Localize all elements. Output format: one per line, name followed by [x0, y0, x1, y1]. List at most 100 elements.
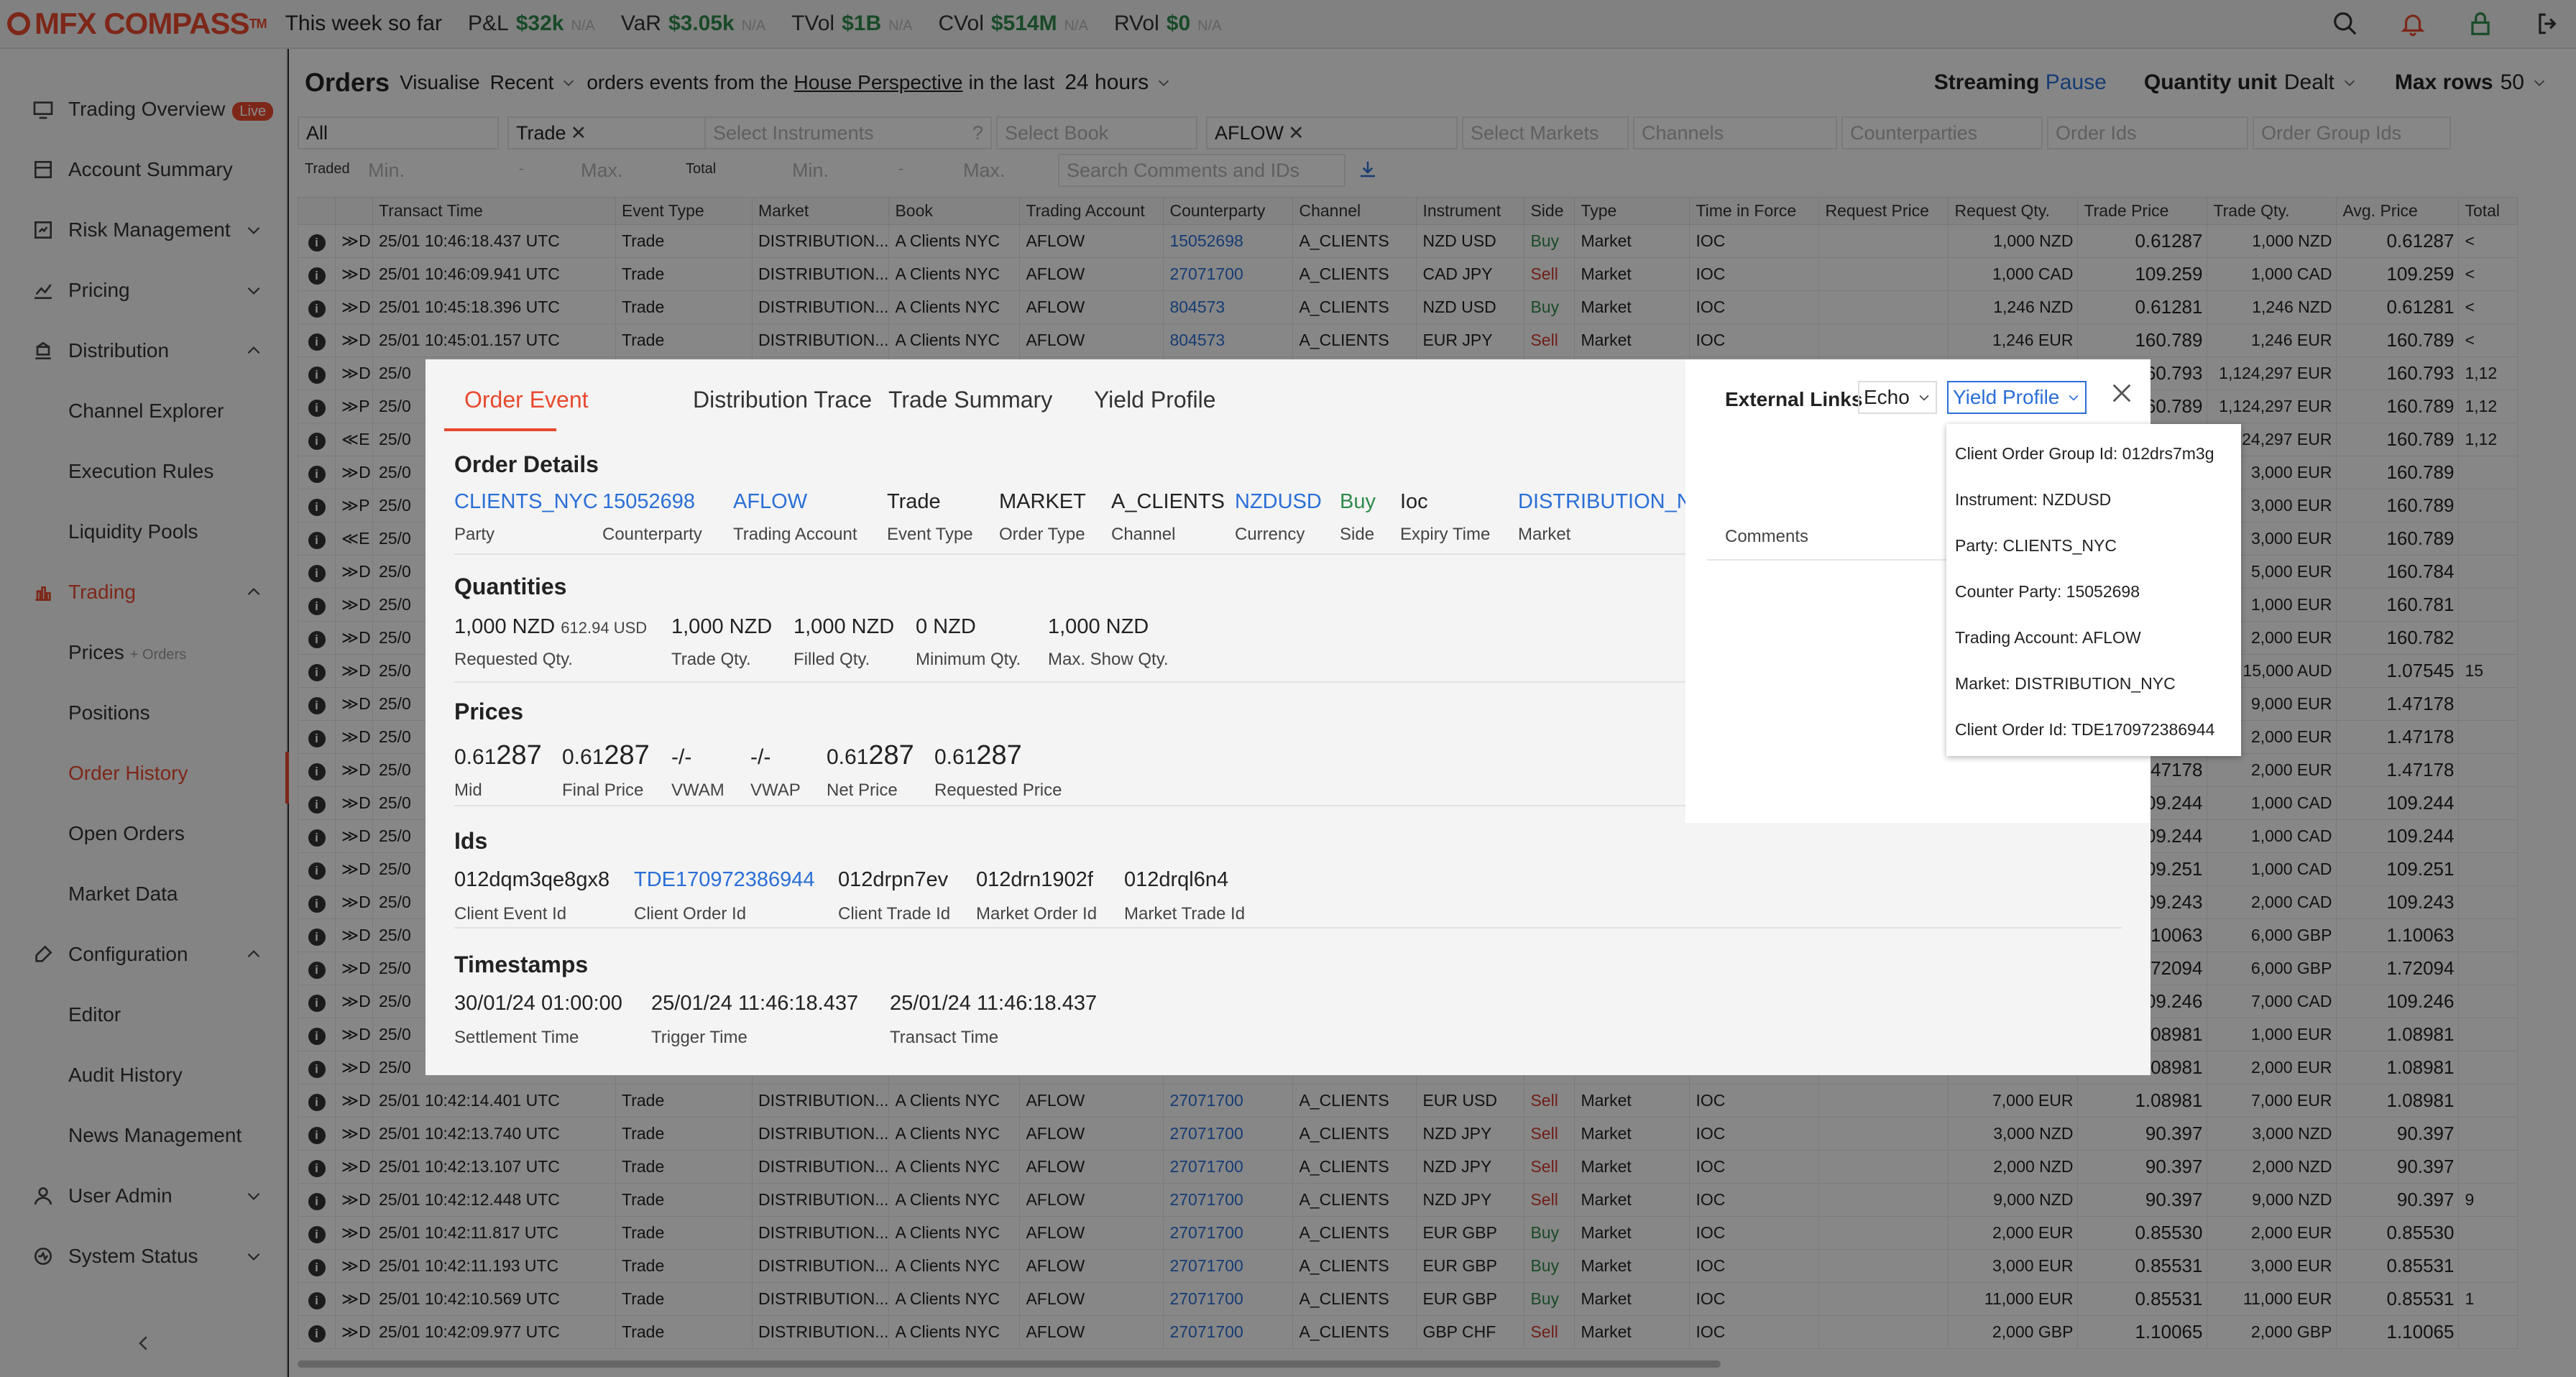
quantity-text: 1,000 NZD: [1048, 615, 1149, 638]
quantity-label: Requested Qty.: [454, 650, 573, 669]
order-detail-value: MARKET: [999, 490, 1086, 514]
quantity-label: Minimum Qty.: [916, 650, 1021, 669]
id-value: 012drpn7ev: [838, 868, 948, 892]
timestamp-text: 25/01/24 11:46:18.437: [651, 992, 859, 1015]
quantity-label: Max. Show Qty.: [1048, 650, 1169, 669]
order-detail-text: NZDUSD: [1235, 490, 1322, 513]
order-detail-value[interactable]: CLIENTS_NYC: [454, 490, 598, 514]
order-detail-text: Trade: [887, 490, 941, 513]
order-detail-label: Expiry Time: [1400, 525, 1491, 544]
order-detail-text: A_CLIENTS: [1111, 490, 1225, 513]
usd-equivalent: 612.94 USD: [561, 619, 648, 637]
prices-title: Prices: [454, 699, 524, 724]
order-detail-value: Trade: [887, 490, 941, 514]
price-label: VWAM: [671, 780, 724, 800]
order-detail-label: Event Type: [887, 525, 973, 544]
external-link-item[interactable]: Client Order Id: TDE170972386944: [1955, 720, 2214, 740]
timestamp-text: 25/01/24 11:46:18.437: [890, 992, 1098, 1015]
quantity-text: 1,000 NZD: [454, 615, 556, 638]
timestamp-value: 25/01/24 11:46:18.437: [651, 992, 858, 1016]
id-value[interactable]: TDE170972386944: [634, 868, 815, 892]
order-detail-text: 15052698: [602, 490, 696, 513]
id-label: Market Order Id: [976, 904, 1098, 924]
close-icon[interactable]: [2110, 381, 2134, 405]
external-link-item[interactable]: Counter Party: 15052698: [1955, 582, 2140, 602]
price-label: Final Price: [562, 780, 644, 800]
tab-yield-profile[interactable]: Yield Profile: [1094, 387, 1216, 413]
timestamp-label: Transact Time: [890, 1028, 999, 1047]
price-value: 0.61287: [934, 740, 1022, 771]
order-detail-value[interactable]: 15052698: [602, 490, 695, 514]
quantity-text: 1,000 NZD: [794, 615, 895, 638]
price-main: 0.61: [562, 745, 604, 769]
id-text: 012drn1902f: [976, 868, 1093, 891]
comments-label: Comments: [1725, 527, 1809, 546]
order-detail-text: Ioc: [1400, 490, 1428, 513]
quantity-label: Trade Qty.: [671, 650, 751, 669]
id-label: Client Order Id: [634, 904, 747, 924]
order-detail-label: Order Type: [999, 525, 1085, 544]
id-text: TDE170972386944: [634, 868, 815, 891]
external-link-item[interactable]: Instrument: NZDUSD: [1955, 490, 2111, 510]
external-link-item[interactable]: Party: CLIENTS_NYC: [1955, 536, 2117, 556]
tab-trade-summary[interactable]: Trade Summary: [888, 387, 1052, 413]
quantity-text: 1,000 NZD: [671, 615, 773, 638]
divider: [454, 927, 2122, 929]
price-value: 0.61287: [562, 740, 650, 771]
id-value: 012drql6n4: [1124, 868, 1228, 892]
timestamp-value: 30/01/24 01:00:00: [454, 992, 622, 1016]
order-detail-text: MARKET: [999, 490, 1086, 513]
external-link-item[interactable]: Trading Account: AFLOW: [1955, 628, 2141, 648]
id-label: Market Trade Id: [1124, 904, 1246, 924]
quantity-text: 0 NZD: [916, 615, 976, 638]
price-pips: 287: [976, 740, 1022, 770]
price-main: -/-: [750, 745, 771, 769]
id-value: 012drn1902f: [976, 868, 1093, 892]
id-text: 012dqm3qe8gx8: [454, 868, 610, 891]
order-detail-value[interactable]: NZDUSD: [1235, 490, 1322, 514]
yield-profile-value: Yield Profile: [1953, 386, 2060, 408]
price-value: -/-: [750, 740, 770, 771]
tab-order-event[interactable]: Order Event: [464, 387, 589, 413]
price-pips: 287: [604, 740, 650, 770]
timestamps-title: Timestamps: [454, 952, 589, 977]
active-tab-indicator: [444, 428, 556, 431]
order-detail-label: Side: [1340, 525, 1375, 544]
order-detail-label: Counterparty: [602, 525, 702, 544]
price-main: 0.61: [827, 745, 869, 769]
echo-dropdown[interactable]: Echo: [1858, 381, 1937, 414]
order-detail-value[interactable]: AFLOW: [733, 490, 807, 514]
chevron-down-icon: [2069, 395, 2079, 401]
external-links-label: External Links: [1725, 388, 1863, 410]
id-value: 012dqm3qe8gx8: [454, 868, 610, 892]
order-detail-label: Trading Account: [733, 525, 857, 544]
order-detail-label: Channel: [1111, 525, 1176, 544]
order-detail-text: AFLOW: [733, 490, 808, 513]
price-label: Net Price: [827, 780, 898, 800]
yield-profile-dropdown[interactable]: Yield Profile: [1947, 381, 2087, 414]
quantity-value: 1,000 NZD: [671, 615, 772, 639]
order-detail-label: Party: [454, 525, 495, 544]
order-detail-label: Market: [1518, 525, 1571, 544]
order-details-title: Order Details: [454, 451, 599, 477]
id-label: Client Event Id: [454, 904, 567, 924]
id-label: Client Trade Id: [838, 904, 951, 924]
price-label: VWAP: [750, 780, 801, 800]
quantities-title: Quantities: [454, 574, 567, 599]
order-detail-value: Buy: [1340, 490, 1376, 514]
order-detail-value: A_CLIENTS: [1111, 490, 1225, 514]
price-pips: 287: [868, 740, 914, 770]
external-links-menu: Client Order Group Id: 012drs7m3g Instrum…: [1946, 424, 2241, 756]
quantity-label: Filled Qty.: [794, 650, 870, 669]
price-pips: 287: [496, 740, 542, 770]
external-link-item[interactable]: Client Order Group Id: 012drs7m3g: [1955, 444, 2214, 464]
id-text: 012drpn7ev: [838, 868, 949, 891]
chevron-down-icon: [1919, 395, 1929, 401]
price-label: Mid: [454, 780, 482, 800]
price-main: 0.61: [454, 745, 497, 769]
external-link-item[interactable]: Market: DISTRIBUTION_NYC: [1955, 674, 2176, 694]
ids-title: Ids: [454, 828, 488, 854]
timestamp-label: Settlement Time: [454, 1028, 579, 1047]
tab-distribution-trace[interactable]: Distribution Trace: [693, 387, 872, 413]
order-event-modal: Order Event Distribution Trace Trade Summa…: [426, 359, 2150, 1075]
